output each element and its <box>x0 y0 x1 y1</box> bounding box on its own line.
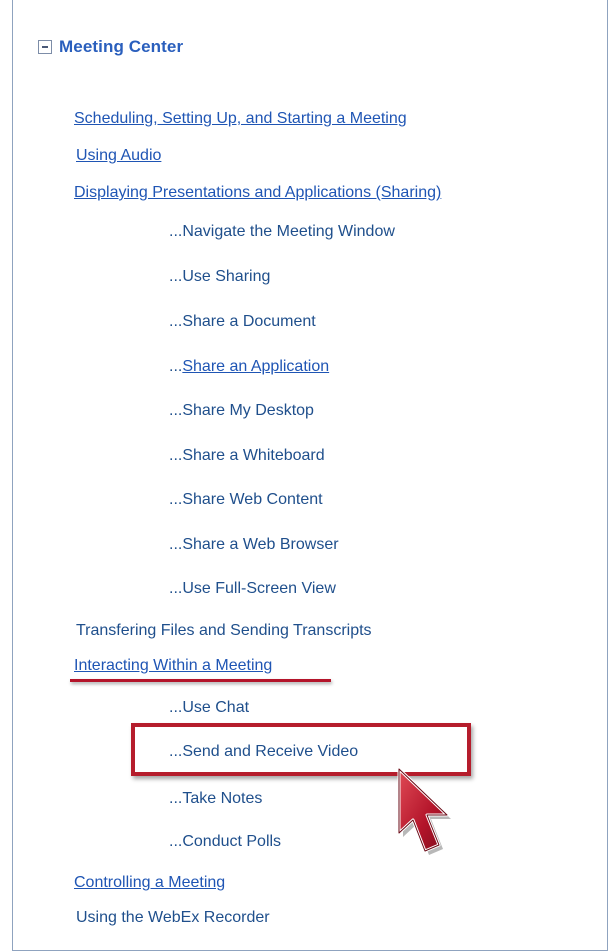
topic-transfering-files[interactable]: Transfering Files and Sending Transcript… <box>76 621 372 641</box>
topic-scheduling[interactable]: Scheduling, Setting Up, and Starting a M… <box>74 109 407 129</box>
subtopic-use-chat[interactable]: ...Use Chat <box>169 698 249 718</box>
section-header[interactable]: Meeting Center <box>38 35 183 59</box>
topic-interacting[interactable]: Interacting Within a Meeting <box>74 656 272 676</box>
subtopic-dots: ... <box>169 358 183 375</box>
topic-controlling-meeting[interactable]: Controlling a Meeting <box>74 873 225 893</box>
subtopic-use-sharing[interactable]: ...Use Sharing <box>169 267 270 287</box>
subtopic-share-document[interactable]: ...Share a Document <box>169 312 316 332</box>
help-navigation-panel <box>12 0 608 951</box>
topic-sharing[interactable]: Displaying Presentations and Application… <box>74 183 441 203</box>
red-emphasis-underline <box>70 679 331 682</box>
arrow-pointer-icon <box>397 767 451 855</box>
share-application-link[interactable]: Share an Application <box>182 358 329 375</box>
subtopic-navigate-meeting-window[interactable]: ...Navigate the Meeting Window <box>169 222 395 242</box>
subtopic-share-desktop[interactable]: ...Share My Desktop <box>169 401 314 421</box>
subtopic-share-web-content[interactable]: ...Share Web Content <box>169 490 323 510</box>
section-title[interactable]: Meeting Center <box>59 37 183 57</box>
subtopic-take-notes[interactable]: ...Take Notes <box>169 789 262 809</box>
subtopic-share-web-browser[interactable]: ...Share a Web Browser <box>169 535 339 555</box>
collapse-minus-icon[interactable] <box>38 40 52 54</box>
topic-webex-recorder[interactable]: Using the WebEx Recorder <box>76 908 270 928</box>
topic-using-audio[interactable]: Using Audio <box>76 146 161 166</box>
subtopic-full-screen-view[interactable]: ...Use Full-Screen View <box>169 579 336 599</box>
subtopic-share-whiteboard[interactable]: ...Share a Whiteboard <box>169 446 325 466</box>
subtopic-share-application[interactable]: ...Share an Application <box>169 357 329 377</box>
subtopic-conduct-polls[interactable]: ...Conduct Polls <box>169 832 281 852</box>
